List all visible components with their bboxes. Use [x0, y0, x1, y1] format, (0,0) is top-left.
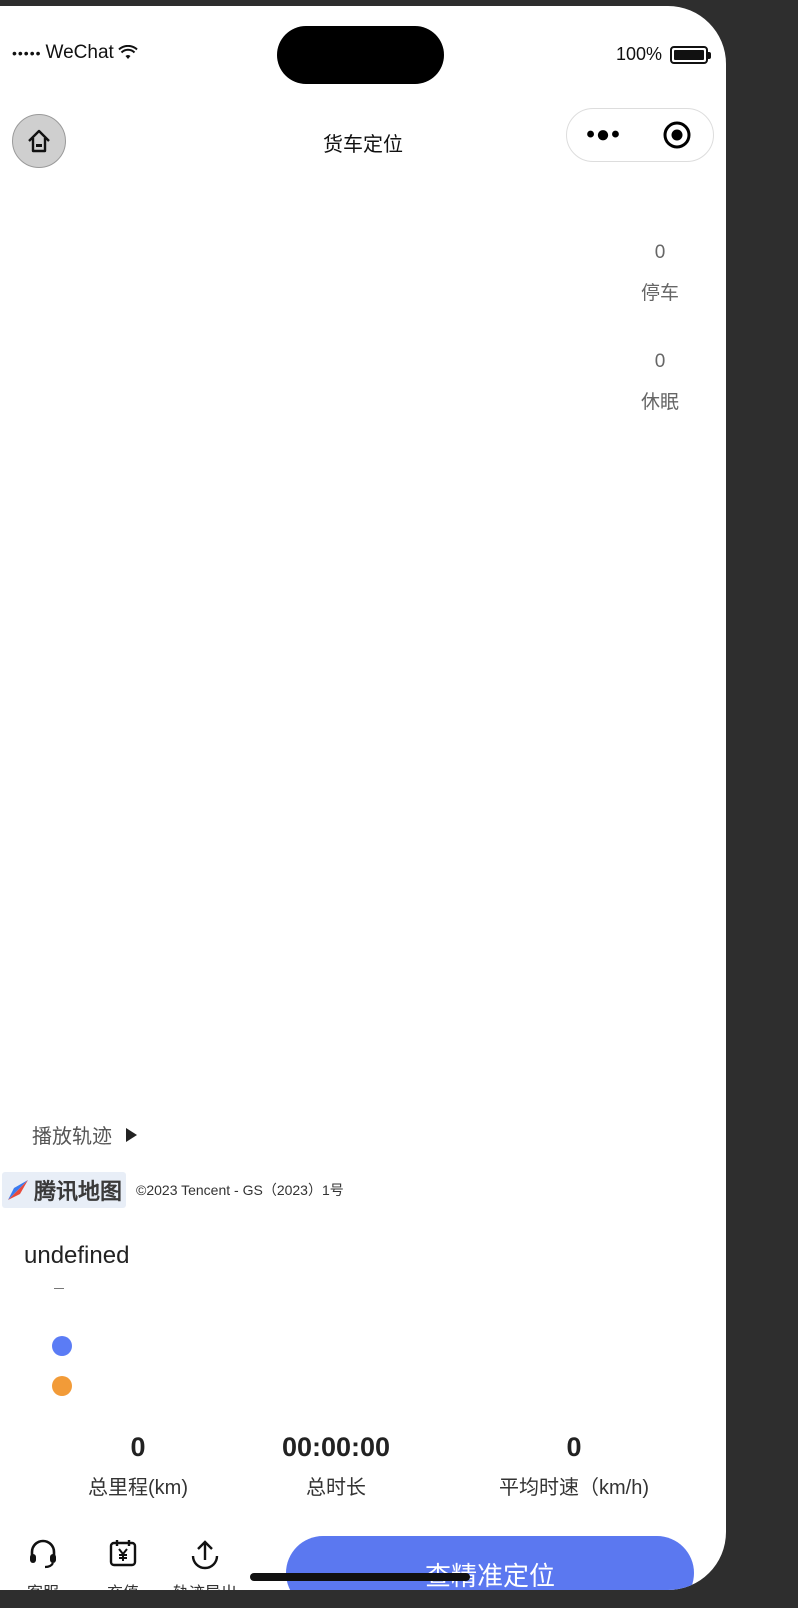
- status-right: 100%: [615, 44, 711, 65]
- close-button[interactable]: [640, 120, 713, 150]
- metric-total-mileage: 0 总里程(km): [82, 1432, 194, 1500]
- phone-screen: ••••• WeChat 100% 货车定位 •●• 0 停车 0 休眠 播放轨…: [0, 6, 726, 1590]
- play-track-button[interactable]: 播放轨迹: [32, 1120, 137, 1149]
- stat-parking: 0 停车: [620, 242, 700, 305]
- metric-value: 0: [566, 1432, 582, 1462]
- map-attribution: 腾讯地图 ©2023 Tencent - GS（2023）1号: [2, 1172, 344, 1208]
- map-copyright: ©2023 Tencent - GS（2023）1号: [136, 1182, 344, 1198]
- vehicle-name: undefined: [24, 1242, 130, 1269]
- export-track-label: 轨迹导出: [170, 1579, 240, 1590]
- export-icon: [191, 1540, 219, 1570]
- headset-icon: [30, 1539, 56, 1569]
- metric-average-speed: 0 平均时速（km/h): [474, 1432, 674, 1500]
- export-track-button[interactable]: 轨迹导出: [170, 1536, 240, 1590]
- nav-bar: 货车定位 •●•: [0, 106, 726, 170]
- map-logo-text: 腾讯地图: [34, 1179, 123, 1204]
- metric-total-duration: 00:00:00 总时长: [256, 1432, 416, 1500]
- metric-value: 0: [130, 1432, 146, 1462]
- end-point-dot: [52, 1376, 72, 1396]
- metric-label: 总里程(km): [88, 1477, 188, 1499]
- sleep-count: 0: [654, 351, 666, 372]
- compass-icon: [8, 1180, 28, 1200]
- status-bar: ••••• WeChat 100%: [0, 6, 726, 86]
- carrier-label: WeChat: [45, 42, 114, 63]
- customer-service-button[interactable]: 客服: [18, 1536, 68, 1590]
- divider: [54, 1288, 64, 1289]
- metric-value: 00:00:00: [281, 1432, 391, 1462]
- bottom-toolbar: 客服 充值 轨迹导出 查精准定位: [0, 1536, 726, 1590]
- sleep-label: 休眠: [640, 392, 679, 413]
- target-icon: [663, 121, 690, 149]
- status-left: ••••• WeChat: [12, 42, 138, 64]
- recharge-icon: [109, 1540, 137, 1567]
- battery-icon: [670, 45, 711, 64]
- tencent-map-logo: 腾讯地图: [2, 1172, 127, 1208]
- parking-label: 停车: [640, 283, 679, 304]
- recharge-label: 充值: [98, 1579, 148, 1590]
- customer-service-label: 客服: [18, 1579, 68, 1590]
- more-button[interactable]: •●•: [567, 121, 640, 149]
- play-track-label: 播放轨迹: [32, 1126, 112, 1148]
- precise-locate-button[interactable]: 查精准定位: [286, 1536, 694, 1590]
- metric-label: 总时长: [306, 1477, 366, 1499]
- home-indicator: [250, 1573, 470, 1581]
- stat-sleep: 0 休眠: [620, 351, 700, 414]
- parking-count: 0: [654, 242, 666, 263]
- play-icon: [126, 1127, 137, 1142]
- signal-dots: •••••: [12, 45, 42, 61]
- miniprogram-capsule: •●•: [566, 108, 714, 162]
- wifi-icon: [118, 45, 138, 59]
- recharge-button[interactable]: 充值: [98, 1536, 148, 1590]
- metric-label: 平均时速（km/h): [499, 1477, 649, 1499]
- start-point-dot: [52, 1336, 72, 1356]
- dynamic-island: [277, 26, 444, 84]
- battery-percent: 100%: [615, 44, 662, 64]
